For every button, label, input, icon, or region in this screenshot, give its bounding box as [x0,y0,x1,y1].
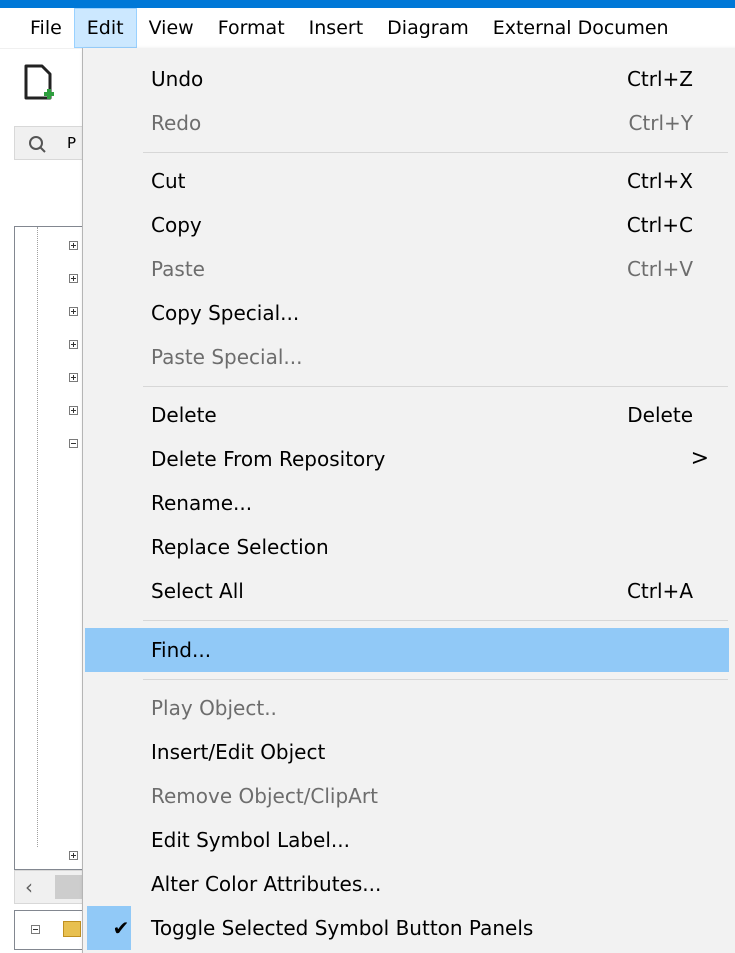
menu-file[interactable]: File [0,8,74,48]
folder-icon [63,921,81,937]
menu-insert[interactable]: Insert [297,8,376,48]
menu-item-replace-selection[interactable]: Replace Selection [85,525,729,569]
bottom-tree-view[interactable] [14,910,85,950]
menu-format[interactable]: Format [206,8,297,48]
checkmark-icon: ✔ [112,916,130,940]
menu-item-insert-edit-object[interactable]: Insert/Edit Object [85,730,729,774]
menu-edit[interactable]: Edit [73,8,137,48]
tree-collapse-icon[interactable] [31,925,40,934]
shortcut-text: Ctrl+C [626,213,693,237]
menu-diagram[interactable]: Diagram [375,8,481,48]
menu-item-paste[interactable]: Paste Ctrl+V [85,247,729,291]
horizontal-scrollbar[interactable]: ‹ [14,870,86,904]
shortcut-text: Ctrl+V [626,257,693,281]
submenu-arrow-icon: > [690,446,709,471]
shortcut-text: Delete [627,403,693,427]
menu-item-undo[interactable]: Undo Ctrl+Z [85,57,729,101]
menu-separator [143,386,728,387]
menu-item-paste-special[interactable]: Paste Special... [85,335,729,379]
tree-expand-icon[interactable] [69,274,78,283]
panel-tab-label[interactable]: P [67,127,76,159]
shortcut-text: Ctrl+A [626,579,693,603]
tree-expand-icon[interactable] [69,241,78,250]
tree-expand-icon[interactable] [69,307,78,316]
tree-expand-icon[interactable] [69,851,78,860]
window-accent-strip [0,0,735,8]
new-document-icon[interactable] [22,62,56,108]
menu-item-remove-object-clipart[interactable]: Remove Object/ClipArt [85,774,729,818]
menu-view[interactable]: View [137,8,206,48]
scroll-left-icon[interactable]: ‹ [25,875,33,899]
menu-item-cut[interactable]: Cut Ctrl+X [85,159,729,203]
menu-item-select-all[interactable]: Select All Ctrl+A [85,569,729,613]
menu-item-redo[interactable]: Redo Ctrl+Y [85,101,729,145]
menu-item-find[interactable]: Find... [85,628,729,672]
tree-expand-icon[interactable] [69,406,78,415]
shortcut-text: Ctrl+Z [626,67,693,91]
tree-guide-line [37,227,38,847]
tree-collapse-icon[interactable] [69,439,78,448]
menu-bar: File Edit View Format Insert Diagram Ext… [0,8,735,49]
menu-item-rename[interactable]: Rename... [85,481,729,525]
menu-separator [143,620,728,621]
search-tree-icon[interactable] [27,134,47,154]
menu-item-copy[interactable]: Copy Ctrl+C [85,203,729,247]
menu-separator [143,679,728,680]
menu-external-documents[interactable]: External Documen [481,8,681,48]
edit-menu-dropdown: Undo Ctrl+Z Redo Ctrl+Y Cut Ctrl+X Copy … [82,48,735,953]
menu-item-toggle-symbol-button-panels[interactable]: ✔ Toggle Selected Symbol Button Panels [85,906,729,950]
panel-toolbar: P [14,126,85,160]
tree-expand-icon[interactable] [69,340,78,349]
menu-item-alter-color-attributes[interactable]: Alter Color Attributes... [85,862,729,906]
menu-item-delete[interactable]: Delete Delete [85,393,729,437]
tree-view[interactable] [14,226,85,870]
shortcut-text: Ctrl+X [626,169,693,193]
menu-item-copy-special[interactable]: Copy Special... [85,291,729,335]
menu-item-play-object[interactable]: Play Object.. [85,686,729,730]
menu-separator [143,152,728,153]
tree-expand-icon[interactable] [69,373,78,382]
menu-item-delete-from-repository[interactable]: Delete From Repository > [85,437,729,481]
shortcut-text: Ctrl+Y [628,111,693,135]
menu-item-edit-symbol-label[interactable]: Edit Symbol Label... [85,818,729,862]
